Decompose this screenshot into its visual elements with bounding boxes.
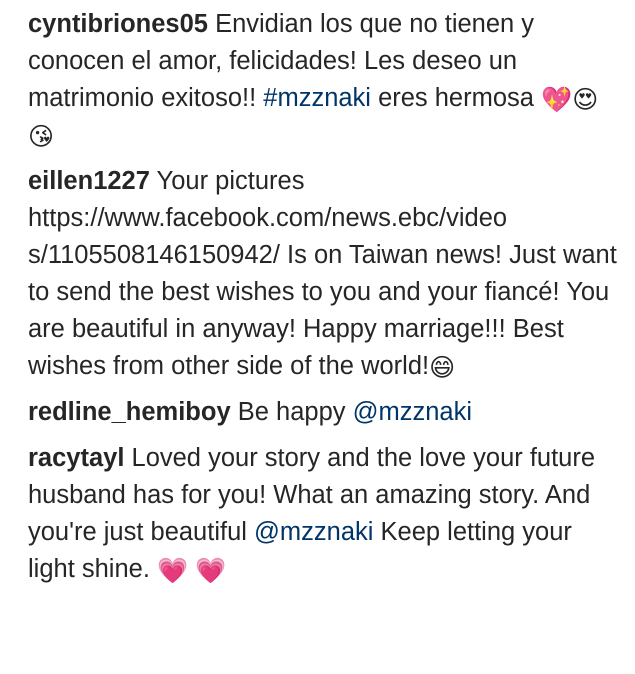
comment-text: eres hermosa bbox=[378, 84, 534, 112]
comment-list: cyntibriones05 Envidian los que no tiene… bbox=[28, 6, 618, 597]
comment-username[interactable]: eillen1227 bbox=[28, 167, 150, 195]
comment-username[interactable]: redline_hemiboy bbox=[28, 398, 231, 426]
sparkling-heart-emoji-icon: 💖 bbox=[541, 86, 573, 114]
comment-item: racytayl Loved your story and the love y… bbox=[28, 440, 618, 588]
pink-heart-emoji-icon: 💗 bbox=[195, 557, 227, 585]
comment-text: Be happy bbox=[237, 398, 346, 426]
mention-link[interactable]: @mzznaki bbox=[254, 518, 373, 546]
comment-username[interactable]: cyntibriones05 bbox=[28, 10, 208, 38]
hashtag-link[interactable]: #mzznaki bbox=[263, 84, 371, 112]
kiss-emoji-icon: 😘 bbox=[28, 123, 55, 151]
grinning-emoji-icon: 😄 bbox=[429, 354, 456, 382]
comment-item: eillen1227 Your pictures https://www.fac… bbox=[28, 163, 618, 385]
comment-item: cyntibriones05 Envidian los que no tiene… bbox=[28, 6, 618, 154]
heart-eyes-emoji-icon: 😍 bbox=[572, 86, 599, 114]
comment-item: redline_hemiboy Be happy @mzznaki bbox=[28, 394, 618, 431]
pink-heart-emoji-icon: 💗 bbox=[157, 557, 189, 585]
comment-username[interactable]: racytayl bbox=[28, 444, 124, 472]
mention-link[interactable]: @mzznaki bbox=[353, 398, 472, 426]
comment-text: Your pictures https://www.facebook.com/n… bbox=[28, 167, 617, 380]
